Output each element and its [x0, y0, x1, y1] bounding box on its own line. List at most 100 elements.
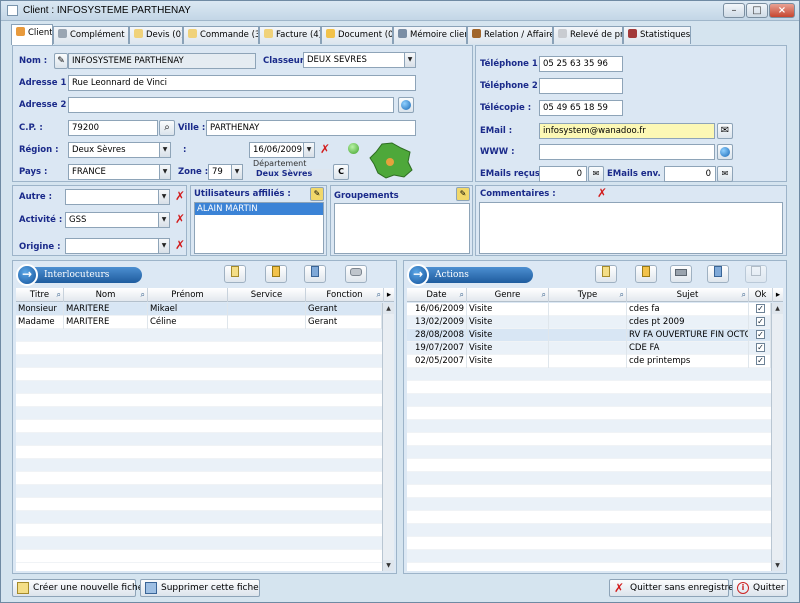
nom-field[interactable]: INFOSYSTEME PARTHENAY — [68, 53, 256, 69]
tab-client[interactable]: Client — [11, 24, 53, 45]
edit-pencil-icon[interactable]: ✎ — [310, 187, 324, 201]
ok-checkbox[interactable]: ✓ — [756, 343, 765, 352]
col-fonction[interactable]: Fonction ⌕ — [306, 288, 384, 302]
col-ok[interactable]: Ok — [749, 288, 773, 302]
edit-pencil-icon[interactable]: ✎ — [456, 187, 470, 201]
mail-out-icon[interactable]: ✉ — [717, 166, 733, 182]
clear-activite-icon[interactable]: ✗ — [172, 212, 188, 228]
date-field[interactable]: 16/06/2009 ▼ — [249, 142, 315, 158]
table-row[interactable]: 19/07/2007 Visite CDE FA ✓ — [407, 342, 771, 355]
tab-complement[interactable]: Complément — [53, 26, 129, 44]
disabled-action-button[interactable] — [745, 265, 767, 283]
tab-document[interactable]: Document (0) — [321, 26, 393, 44]
col-service[interactable]: Service — [228, 288, 306, 302]
chevron-down-icon[interactable]: ▼ — [404, 53, 415, 67]
clear-origine-icon[interactable]: ✗ — [172, 238, 188, 254]
chevron-down-icon[interactable]: ▼ — [159, 143, 170, 157]
quit-without-saving-button[interactable]: ✗ Quitter sans enregistrer — [609, 579, 737, 597]
actions-scrollbar[interactable]: ▲ ▼ — [771, 303, 783, 571]
phone-contact-button[interactable] — [304, 265, 326, 283]
search-icon[interactable]: ⌕ — [620, 288, 624, 302]
clear-comment-icon[interactable]: ✗ — [594, 186, 610, 202]
edit-name-icon[interactable]: ✎ — [54, 53, 68, 69]
adresse2-field[interactable] — [68, 97, 394, 113]
tab-devis[interactable]: Devis (0) — [129, 26, 183, 44]
phone-action-button[interactable] — [707, 265, 729, 283]
new-contact-button[interactable] — [224, 265, 246, 283]
table-row[interactable]: 28/08/2008 Visite RV FA OUVERTURE FIN OC… — [407, 329, 771, 342]
col-sujet[interactable]: Sujet ⌕ — [627, 288, 749, 302]
col-genre[interactable]: Genre ⌕ — [467, 288, 549, 302]
classeur-select[interactable]: DEUX SEVRES ▼ — [303, 52, 416, 68]
scroll-down-icon[interactable]: ▼ — [772, 560, 783, 571]
zone-select[interactable]: 79 ▼ — [208, 164, 243, 180]
scroll-up-icon[interactable]: ▲ — [772, 303, 783, 314]
quit-button[interactable]: i Quitter — [732, 579, 788, 597]
chevron-down-icon[interactable]: ▼ — [159, 165, 170, 179]
table-row[interactable]: 16/06/2009 Visite cdes fa ✓ — [407, 303, 771, 316]
col-prenom[interactable]: Prénom — [148, 288, 228, 302]
autre-select[interactable]: ▼ — [65, 189, 170, 205]
tab-memoire-client[interactable]: Mémoire client — [393, 26, 467, 44]
chevron-down-icon[interactable]: ▼ — [158, 213, 169, 227]
col-nom[interactable]: Nom ⌕ — [64, 288, 148, 302]
fax-field[interactable]: 05 49 65 18 59 — [539, 100, 623, 116]
chevron-down-icon[interactable]: ▼ — [158, 239, 169, 253]
tab-statistiques[interactable]: Statistiques — [623, 26, 691, 44]
search-icon[interactable]: ⌕ — [141, 288, 145, 302]
tel2-field[interactable] — [539, 78, 623, 94]
scroll-down-icon[interactable]: ▼ — [383, 560, 394, 571]
scroll-up-icon[interactable]: ▲ — [383, 303, 394, 314]
chevron-down-icon[interactable]: ▼ — [231, 165, 242, 179]
www-field[interactable] — [539, 144, 715, 160]
new-action-button[interactable] — [595, 265, 617, 283]
email-field[interactable]: infosystem@wanadoo.fr — [539, 123, 715, 139]
print-action-button[interactable] — [670, 265, 692, 283]
send-email-icon[interactable]: ✉ — [717, 123, 733, 139]
search-icon[interactable]: ⌕ — [159, 120, 175, 136]
table-row[interactable]: 13/02/2009 Visite cdes pt 2009 ✓ — [407, 316, 771, 329]
ok-checkbox[interactable]: ✓ — [756, 356, 765, 365]
ville-field[interactable]: PARTHENAY — [206, 120, 416, 136]
ok-checkbox[interactable]: ✓ — [756, 304, 765, 313]
c-button[interactable]: C — [333, 164, 349, 180]
tab-commande[interactable]: Commande (34) — [183, 26, 259, 44]
create-record-button[interactable]: Créer une nouvelle fiche — [12, 579, 143, 597]
tab-facture[interactable]: Facture (4) — [259, 26, 321, 44]
adresse1-field[interactable]: Rue Leonnard de Vinci — [68, 75, 416, 91]
clear-date-icon[interactable]: ✗ — [317, 142, 333, 158]
pays-select[interactable]: FRANCE ▼ — [68, 164, 171, 180]
search-icon[interactable]: ⌕ — [377, 288, 381, 302]
search-icon[interactable]: ⌕ — [542, 288, 546, 302]
origine-select[interactable]: ▼ — [65, 238, 170, 254]
table-row[interactable]: Monsieur MARITERE Mikael Gerant — [16, 303, 382, 316]
minimize-button[interactable]: – — [723, 3, 745, 18]
tel1-field[interactable]: 05 25 63 35 96 — [539, 56, 623, 72]
chevron-down-icon[interactable]: ▼ — [303, 143, 314, 157]
commentaires-field[interactable] — [479, 202, 783, 254]
tab-relation-affaire[interactable]: Relation / Affaire — [467, 26, 553, 44]
col-type[interactable]: Type ⌕ — [549, 288, 627, 302]
activite-select[interactable]: GSS ▼ — [65, 212, 170, 228]
interlocuteurs-scrollbar[interactable]: ▲ ▼ — [382, 303, 394, 571]
list-item[interactable]: ALAIN MARTIN — [195, 203, 323, 215]
table-row[interactable]: Madame MARITERE Céline Gerant — [16, 316, 382, 329]
globe-icon[interactable] — [398, 97, 414, 113]
chevron-down-icon[interactable]: ▼ — [158, 190, 169, 204]
mail-in-icon[interactable]: ✉ — [588, 166, 604, 182]
col-date[interactable]: Date ⌕ — [407, 288, 467, 302]
clear-autre-icon[interactable]: ✗ — [172, 189, 188, 205]
groupements-list[interactable] — [334, 203, 470, 254]
close-button[interactable]: × — [769, 3, 795, 18]
delete-record-button[interactable]: Supprimer cette fiche — [140, 579, 260, 597]
tab-releve-de-prix[interactable]: Relevé de prix — [553, 26, 623, 44]
ok-checkbox[interactable]: ✓ — [756, 330, 765, 339]
chevron-right-icon[interactable]: ▸ — [384, 288, 394, 302]
table-row[interactable]: 02/05/2007 Visite cde printemps ✓ — [407, 355, 771, 368]
cp-field[interactable]: 79200 — [68, 120, 158, 136]
edit-action-button[interactable] — [635, 265, 657, 283]
maximize-button[interactable]: □ — [746, 3, 768, 18]
globe-icon[interactable] — [717, 144, 733, 160]
region-select[interactable]: Deux Sèvres ▼ — [68, 142, 171, 158]
chevron-right-icon[interactable]: ▸ — [773, 288, 783, 302]
